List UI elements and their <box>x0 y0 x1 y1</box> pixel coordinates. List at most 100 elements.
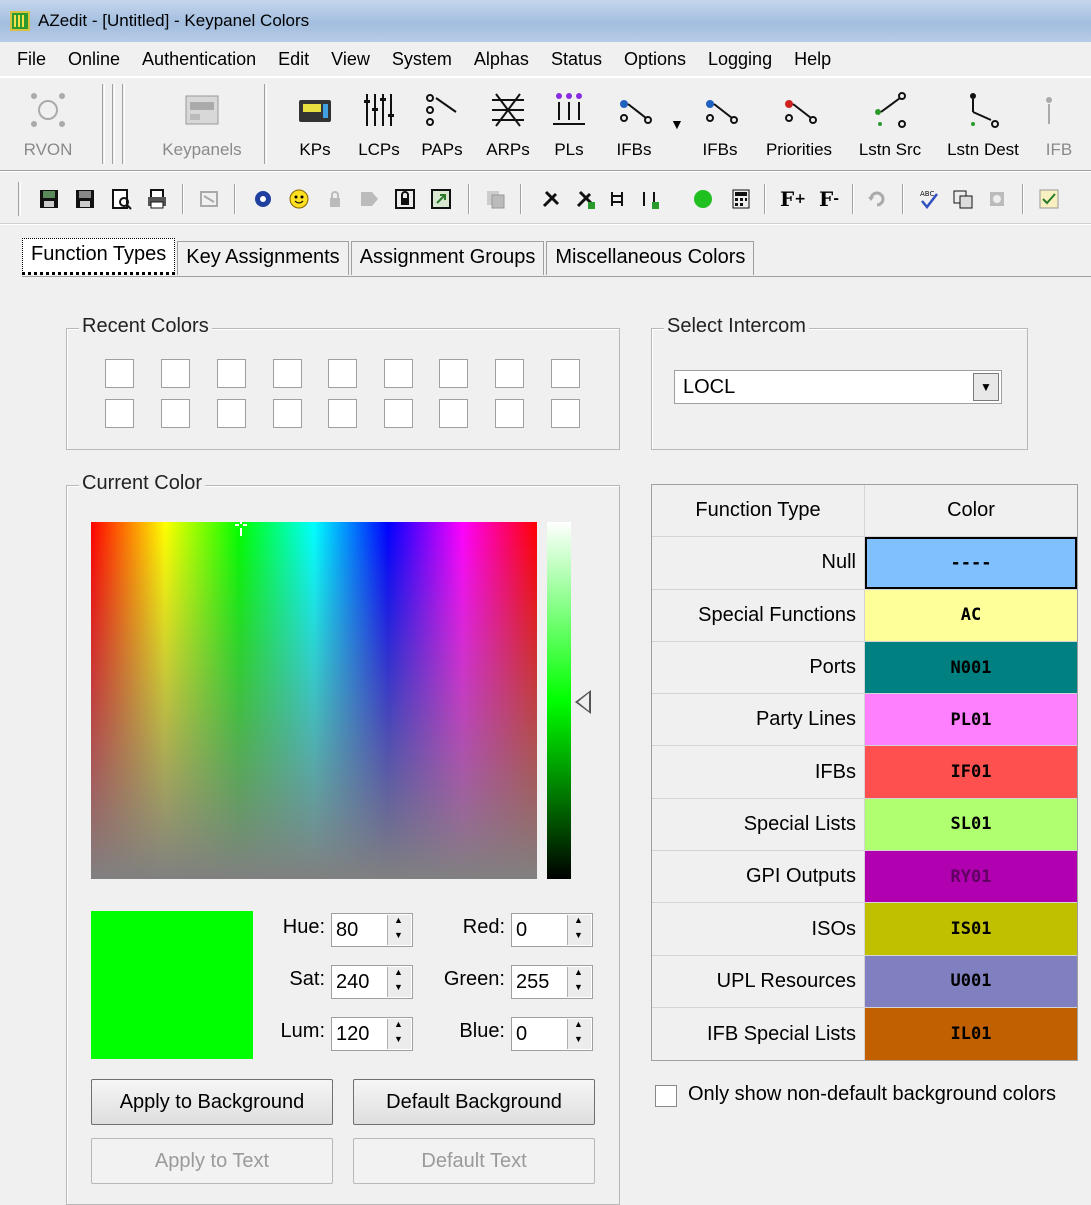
recent-color-cell[interactable] <box>105 359 134 388</box>
table-row[interactable]: ISOs IS01 <box>652 903 1077 956</box>
color-sample[interactable]: IL01 <box>865 1007 1077 1061</box>
table-row[interactable]: Special Lists SL01 <box>652 798 1077 852</box>
menu-status[interactable]: Status <box>551 49 602 70</box>
spin-arrows-icon[interactable] <box>567 967 591 997</box>
tools-add-icon[interactable] <box>572 186 598 212</box>
routing-icon[interactable] <box>604 186 630 212</box>
toolbar-priorities-button[interactable]: Priorities <box>758 84 840 168</box>
sync-icon[interactable] <box>984 186 1010 212</box>
toolbar-pls-button[interactable]: PLs <box>546 84 592 168</box>
luminance-slider[interactable] <box>547 522 571 879</box>
menu-view[interactable]: View <box>331 49 370 70</box>
recent-color-cell[interactable] <box>384 359 413 388</box>
toolbar-paps-button[interactable]: PAPs <box>414 84 470 168</box>
menu-alphas[interactable]: Alphas <box>474 49 529 70</box>
table-row[interactable]: IFBs IF01 <box>652 746 1077 799</box>
color-sample[interactable]: IS01 <box>865 903 1077 955</box>
menu-system[interactable]: System <box>392 49 452 70</box>
table-row[interactable]: UPL Resources U001 <box>652 955 1077 1008</box>
sat-spinner[interactable]: 240 <box>331 965 413 999</box>
recent-color-cell[interactable] <box>439 359 468 388</box>
toolbar-keypanels-button[interactable]: Keypanels <box>154 84 250 168</box>
checkmark-icon[interactable] <box>1036 186 1062 212</box>
spin-arrows-icon[interactable] <box>567 1019 591 1049</box>
recent-color-cell[interactable] <box>161 359 190 388</box>
copy-icon[interactable] <box>482 186 508 212</box>
spin-arrows-icon[interactable] <box>387 967 411 997</box>
toolbar-ifb-partial-button[interactable]: IFB <box>1044 84 1074 168</box>
color-sample[interactable]: SL01 <box>865 798 1077 851</box>
recent-color-cell[interactable] <box>161 399 190 428</box>
dropdown-arrow-icon[interactable]: ▼ <box>670 116 684 132</box>
apply-to-text-button[interactable]: Apply to Text <box>91 1138 333 1184</box>
recent-color-cell[interactable] <box>217 399 246 428</box>
tools-icon[interactable] <box>538 186 564 212</box>
menu-edit[interactable]: Edit <box>278 49 309 70</box>
menu-authentication[interactable]: Authentication <box>142 49 256 70</box>
refresh-icon[interactable] <box>864 186 890 212</box>
spellcheck-icon[interactable]: ABC <box>916 186 942 212</box>
spin-arrows-icon[interactable] <box>567 915 591 945</box>
color-sample[interactable]: IF01 <box>865 746 1077 798</box>
upload-icon[interactable] <box>196 186 222 212</box>
hue-saturation-picker[interactable] <box>91 522 537 879</box>
color-sample[interactable]: RY01 <box>865 851 1077 903</box>
print-preview-icon[interactable] <box>108 186 134 212</box>
luminance-arrow-icon[interactable] <box>575 690 591 714</box>
tab-function-types[interactable]: Function Types <box>22 238 176 275</box>
hue-spinner[interactable]: 80 <box>331 913 413 947</box>
recent-color-cell[interactable] <box>495 359 524 388</box>
apply-to-background-button[interactable]: Apply to Background <box>91 1079 333 1125</box>
toolbar-arps-button[interactable]: ARPs <box>480 84 536 168</box>
replace-icon[interactable] <box>950 186 976 212</box>
calculator-icon[interactable] <box>728 186 754 212</box>
color-sample[interactable]: ---- <box>865 537 1077 589</box>
recent-color-cell[interactable] <box>384 399 413 428</box>
default-background-button[interactable]: Default Background <box>353 1079 595 1125</box>
blue-spinner[interactable]: 0 <box>511 1017 593 1051</box>
recent-color-cell[interactable] <box>551 359 580 388</box>
chevron-down-icon[interactable]: ▼ <box>973 373 999 401</box>
menu-options[interactable]: Options <box>624 49 686 70</box>
save-as-icon[interactable] <box>72 186 98 212</box>
lum-spinner[interactable]: 120 <box>331 1017 413 1051</box>
secure-icon[interactable] <box>392 186 418 212</box>
toolbar-ifbs-2-button[interactable]: IFBs <box>692 84 748 168</box>
table-row[interactable]: IFB Special Lists IL01 <box>652 1007 1077 1061</box>
menu-file[interactable]: File <box>17 49 46 70</box>
toolbar-lcps-button[interactable]: LCPs <box>352 84 406 168</box>
export-icon[interactable] <box>428 186 454 212</box>
table-row[interactable]: Null ---- <box>652 537 1077 590</box>
gear-icon[interactable] <box>250 186 276 212</box>
tab-miscellaneous-colors[interactable]: Miscellaneous Colors <box>546 241 755 275</box>
recent-color-cell[interactable] <box>495 399 524 428</box>
green-spinner[interactable]: 255 <box>511 965 593 999</box>
recent-color-cell[interactable] <box>439 399 468 428</box>
toolbar-listen-source-button[interactable]: Lstn Src <box>850 84 930 168</box>
toolbar-kps-button[interactable]: KPs <box>288 84 342 168</box>
recent-color-cell[interactable] <box>217 359 246 388</box>
menu-online[interactable]: Online <box>68 49 120 70</box>
menu-help[interactable]: Help <box>794 49 831 70</box>
recent-color-cell[interactable] <box>273 399 302 428</box>
save-icon[interactable] <box>36 186 62 212</box>
tab-assignment-groups[interactable]: Assignment Groups <box>350 241 545 275</box>
color-sample[interactable]: PL01 <box>865 694 1077 746</box>
status-green-icon[interactable] <box>690 186 716 212</box>
table-row[interactable]: Special Functions AC <box>652 589 1077 642</box>
smiley-icon[interactable] <box>286 186 312 212</box>
print-icon[interactable] <box>144 186 170 212</box>
toolbar-ifbs-button[interactable]: IFBs <box>606 84 662 168</box>
tab-key-assignments[interactable]: Key Assignments <box>177 241 349 275</box>
spin-arrows-icon[interactable] <box>387 1019 411 1049</box>
color-sample[interactable]: N001 <box>865 641 1077 694</box>
recent-color-cell[interactable] <box>328 359 357 388</box>
recent-color-cell[interactable] <box>273 359 302 388</box>
lock-icon[interactable] <box>322 186 348 212</box>
routing-add-icon[interactable] <box>636 186 662 212</box>
toolbar-rvon-button[interactable]: RVON <box>22 84 74 168</box>
recent-color-cell[interactable] <box>551 399 580 428</box>
font-decrease-icon[interactable]: F- <box>814 186 844 212</box>
spin-arrows-icon[interactable] <box>387 915 411 945</box>
table-row[interactable]: GPI Outputs RY01 <box>652 851 1077 904</box>
